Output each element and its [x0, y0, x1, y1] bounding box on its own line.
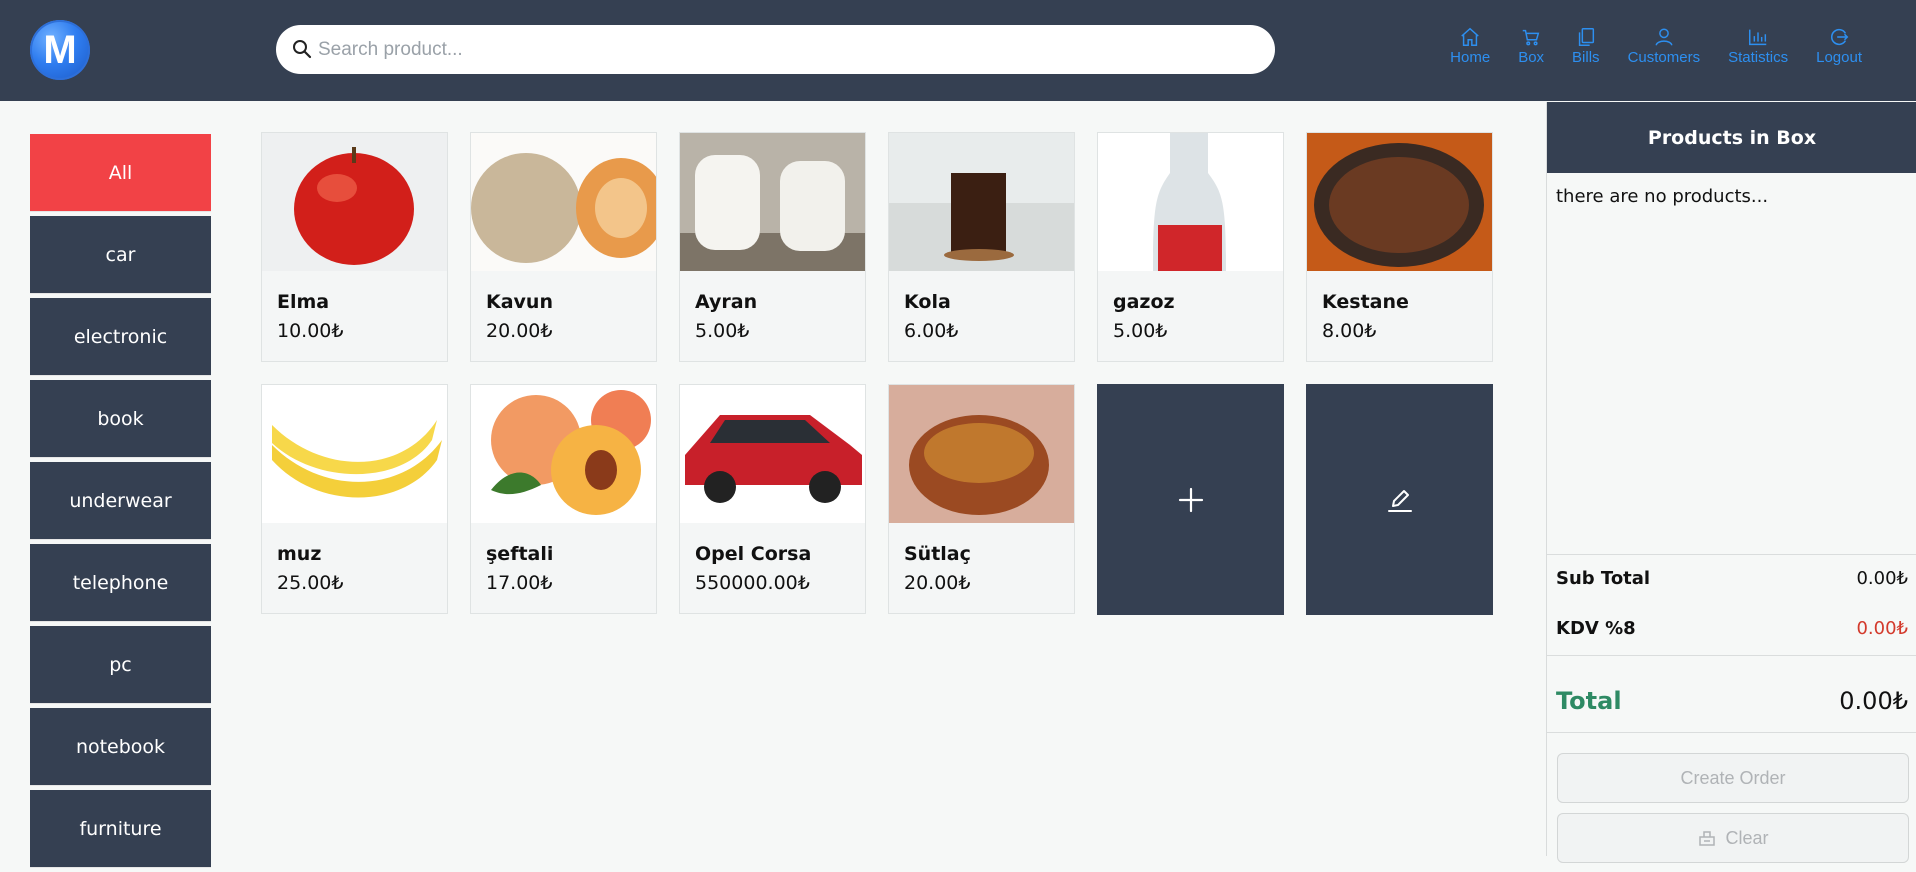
- empty-box-message: there are no products...: [1556, 186, 1769, 207]
- divider: [1547, 732, 1916, 733]
- cart-icon: [1522, 29, 1540, 46]
- product-price: 20.00₺: [486, 320, 553, 342]
- category-pc[interactable]: pc: [30, 626, 211, 704]
- product-name: Ayran: [695, 291, 758, 313]
- nav-customers[interactable]: Customers: [1614, 26, 1715, 76]
- total-row: Total 0.00₺: [1556, 687, 1908, 715]
- subtotal-row: Sub Total 0.00₺: [1556, 568, 1908, 589]
- top-header: M Home Box Bills: [0, 0, 1916, 101]
- divider: [1547, 655, 1916, 656]
- product-image: [262, 385, 447, 523]
- nav-box[interactable]: Box: [1504, 26, 1558, 76]
- logo[interactable]: M: [30, 20, 90, 80]
- main-nav: Home Box Bills Customers Statistics Logo…: [1436, 26, 1876, 76]
- clear-icon: [1699, 831, 1716, 846]
- product-price: 10.00₺: [277, 320, 344, 342]
- product-card[interactable]: Opel Corsa 550000.00₺: [679, 384, 866, 614]
- category-book[interactable]: book: [30, 380, 211, 458]
- subtotal-value: 0.00₺: [1856, 568, 1908, 589]
- add-product-button[interactable]: [1097, 384, 1284, 615]
- product-name: Kola: [904, 291, 951, 313]
- product-image: [1098, 133, 1283, 271]
- product-image: [471, 385, 656, 523]
- box-panel: Products in Box there are no products...…: [1546, 102, 1916, 863]
- category-notebook[interactable]: notebook: [30, 708, 211, 786]
- product-card[interactable]: Kavun 20.00₺: [470, 132, 657, 362]
- product-image: [1307, 133, 1492, 271]
- product-image: [680, 133, 865, 271]
- product-price: 17.00₺: [486, 572, 553, 594]
- product-price: 6.00₺: [904, 320, 959, 342]
- product-card[interactable]: şeftali 17.00₺: [470, 384, 657, 614]
- product-card[interactable]: Ayran 5.00₺: [679, 132, 866, 362]
- total-label: Total: [1556, 687, 1622, 715]
- product-image: [680, 385, 865, 523]
- category-list: All car electronic book underwear teleph…: [30, 134, 211, 872]
- bar-chart-icon: [1749, 29, 1767, 46]
- search-bar: [276, 25, 1275, 74]
- product-image: [889, 133, 1074, 271]
- product-name: Kestane: [1322, 291, 1409, 313]
- product-card[interactable]: Kola 6.00₺: [888, 132, 1075, 362]
- product-image: [471, 133, 656, 271]
- category-furniture[interactable]: furniture: [30, 790, 211, 868]
- nav-statistics[interactable]: Statistics: [1714, 26, 1802, 76]
- category-all[interactable]: All: [30, 134, 211, 212]
- create-order-button[interactable]: Create Order: [1557, 753, 1909, 803]
- total-value: 0.00₺: [1839, 687, 1908, 715]
- product-name: şeftali: [486, 543, 554, 565]
- product-card[interactable]: muz 25.00₺: [261, 384, 448, 614]
- user-icon: [1655, 28, 1673, 46]
- kdv-label: KDV %8: [1556, 618, 1636, 639]
- kdv-value: 0.00₺: [1856, 618, 1908, 639]
- product-name: Kavun: [486, 291, 553, 313]
- divider: [1547, 554, 1916, 555]
- nav-logout[interactable]: Logout: [1802, 26, 1876, 76]
- product-name: Sütlaç: [904, 543, 971, 565]
- kdv-row: KDV %8 0.00₺: [1556, 618, 1908, 639]
- plus-icon: [1178, 487, 1203, 512]
- edit-icon: [1387, 489, 1412, 512]
- product-price: 20.00₺: [904, 572, 971, 594]
- category-underwear[interactable]: underwear: [30, 462, 211, 540]
- panel-title: Products in Box: [1547, 102, 1916, 173]
- product-name: Elma: [277, 291, 330, 313]
- subtotal-label: Sub Total: [1556, 568, 1651, 589]
- category-car[interactable]: car: [30, 216, 211, 294]
- product-name: gazoz: [1113, 291, 1175, 313]
- product-price: 8.00₺: [1322, 320, 1377, 342]
- product-image: [262, 133, 447, 271]
- search-icon: [293, 40, 312, 59]
- product-name: muz: [277, 543, 322, 565]
- search-input[interactable]: [316, 31, 1260, 69]
- product-name: Opel Corsa: [695, 543, 812, 565]
- category-electronic[interactable]: electronic: [30, 298, 211, 376]
- product-card[interactable]: Sütlaç 20.00₺: [888, 384, 1075, 614]
- home-icon: [1461, 27, 1479, 46]
- product-card[interactable]: gazoz 5.00₺: [1097, 132, 1284, 362]
- edit-products-button[interactable]: [1306, 384, 1493, 615]
- product-price: 25.00₺: [277, 572, 344, 594]
- product-card[interactable]: Elma 10.00₺: [261, 132, 448, 362]
- logout-icon: [1831, 28, 1849, 46]
- product-price: 5.00₺: [1113, 320, 1168, 342]
- copy-icon: [1578, 28, 1594, 46]
- category-telephone[interactable]: telephone: [30, 544, 211, 622]
- nav-bills[interactable]: Bills: [1558, 26, 1614, 76]
- product-price: 550000.00₺: [695, 572, 810, 594]
- nav-home[interactable]: Home: [1436, 26, 1504, 76]
- product-price: 5.00₺: [695, 320, 750, 342]
- product-card[interactable]: Kestane 8.00₺: [1306, 132, 1493, 362]
- product-image: [889, 385, 1074, 523]
